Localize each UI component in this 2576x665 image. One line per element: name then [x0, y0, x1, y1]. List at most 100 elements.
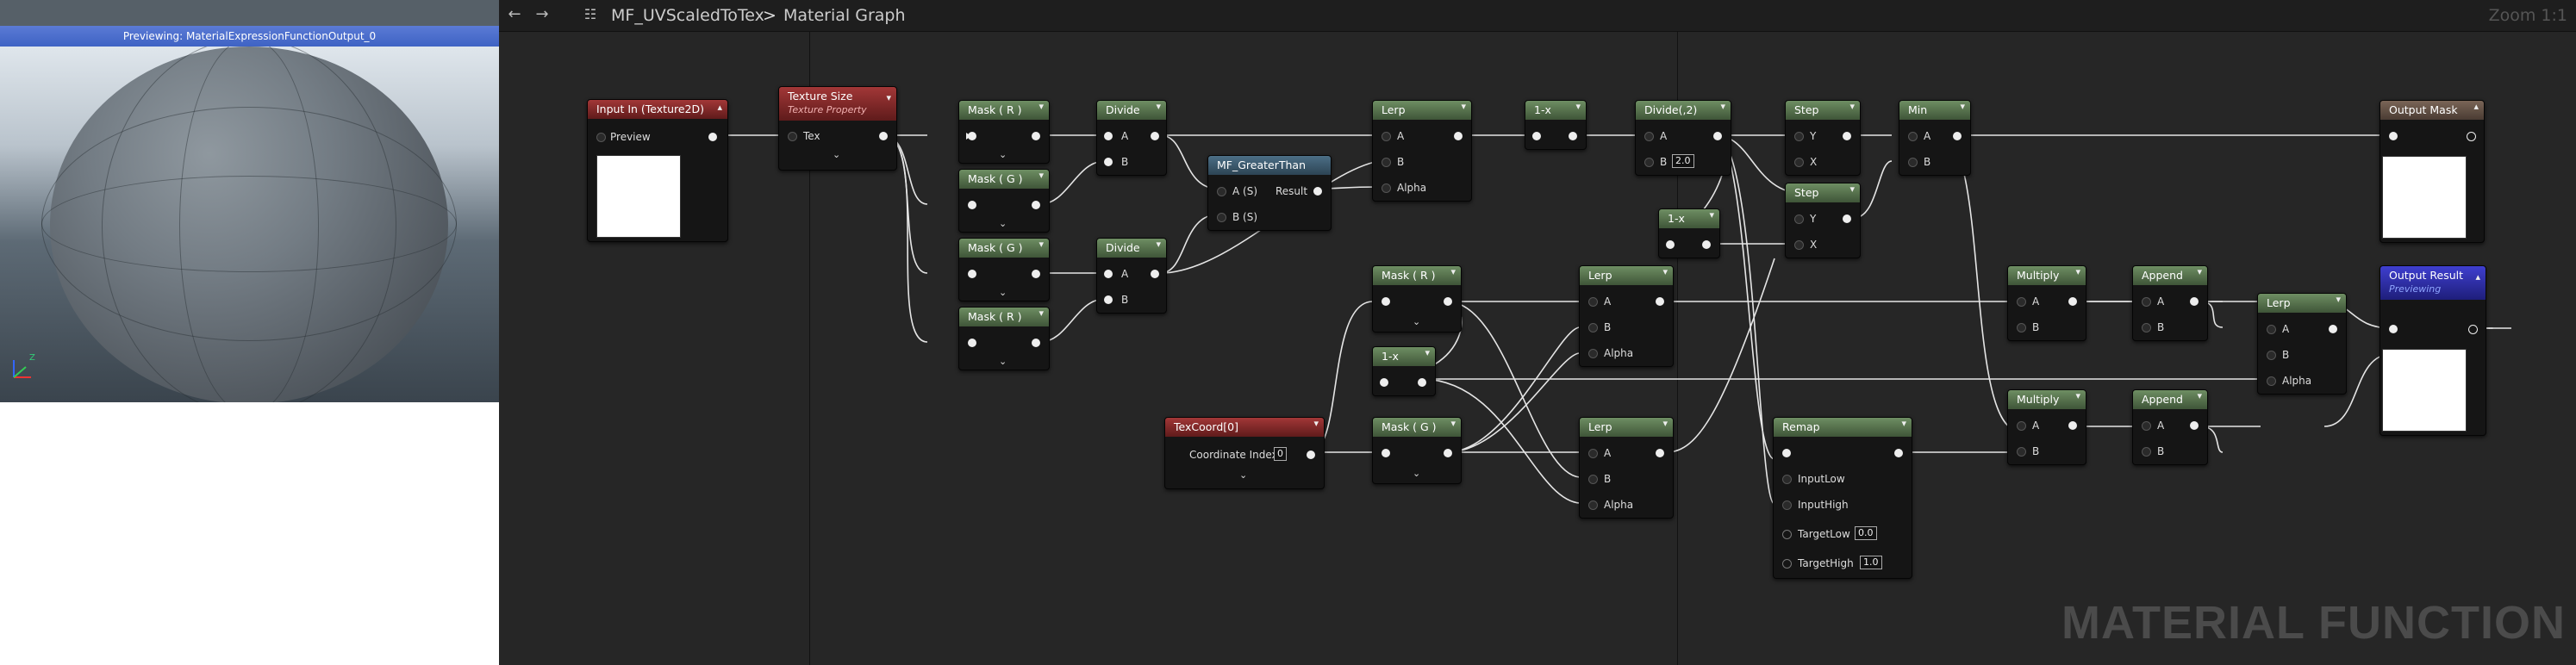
pin-inputlow-in[interactable] [1782, 475, 1792, 484]
pin-out[interactable] [1444, 449, 1452, 457]
chevron-down-icon[interactable]: ▾ [1039, 170, 1044, 181]
pin-in[interactable] [968, 132, 976, 140]
node-append2[interactable]: Append ▾ A B [2132, 389, 2208, 465]
collapse-icon[interactable]: ▴ [2473, 101, 2479, 112]
pin-targethigh-in[interactable] [1782, 559, 1792, 569]
pin-out[interactable] [1656, 449, 1664, 457]
node-divide2[interactable]: Divide ▾ A B [1096, 238, 1167, 314]
pin-a-in[interactable] [1644, 132, 1654, 141]
node-lerp3[interactable]: Lerp ▾ A B Alpha [1579, 417, 1674, 519]
chevron-down-icon[interactable]: ▾ [1313, 418, 1319, 429]
pin-a-in[interactable] [2267, 325, 2276, 334]
chevron-down-icon[interactable]: ▾ [1461, 101, 1466, 112]
pin-b-in[interactable] [1588, 323, 1598, 332]
node-divide1[interactable]: Divide ▾ A B [1096, 100, 1167, 176]
pin-preview-out[interactable] [708, 133, 717, 141]
pin-in[interactable] [1380, 378, 1388, 387]
pin-out[interactable] [1569, 132, 1577, 140]
pin-out[interactable] [1032, 201, 1040, 209]
pin-a-in[interactable] [1104, 132, 1113, 140]
pin-a-in[interactable] [1217, 187, 1226, 196]
node-one-minus1[interactable]: 1-x ▾ [1525, 100, 1587, 150]
node-mask-g2[interactable]: Mask ( G ) ▾ ⌄ [958, 238, 1050, 301]
pin-a-in[interactable] [2017, 297, 2026, 307]
pin-out[interactable] [1444, 297, 1452, 306]
coordinate-index-value[interactable]: 0 [1274, 447, 1287, 461]
chevron-down-icon[interactable]: ▾ [1575, 101, 1581, 112]
node-mask-g3[interactable]: Mask ( G ) ▾ ⌄ [1372, 417, 1462, 484]
pin-out[interactable] [879, 132, 888, 140]
pin-b-in[interactable] [2017, 323, 2026, 332]
pin-b-in[interactable] [2267, 351, 2276, 360]
node-lerp1[interactable]: Lerp ▾ A B Alpha [1372, 100, 1472, 202]
expand-arrow-icon[interactable]: ⌄ [999, 287, 1007, 298]
node-input-in[interactable]: Input In (Texture2D) ▴ Preview [587, 99, 728, 242]
expand-arrow-icon[interactable]: ⌄ [999, 356, 1007, 367]
node-multiply1[interactable]: Multiply ▾ A B [2007, 265, 2086, 341]
pin-b-value[interactable]: 2.0 [1672, 154, 1694, 168]
pin-in[interactable] [1382, 297, 1390, 306]
pin-result-out[interactable] [1313, 187, 1322, 196]
node-mask-r3[interactable]: Mask ( R ) ▾ ⌄ [1372, 265, 1462, 332]
pin-targetlow-in[interactable] [1782, 530, 1792, 539]
chevron-down-icon[interactable]: ▾ [1450, 418, 1456, 429]
pin-b-in[interactable] [1588, 475, 1598, 484]
chevron-down-icon[interactable]: ▾ [1960, 101, 1965, 112]
pin-in[interactable] [2389, 132, 2398, 140]
targethigh-value[interactable]: 1.0 [1860, 556, 1882, 569]
chevron-down-icon[interactable]: ▾ [2197, 266, 2202, 277]
pin-out[interactable] [1953, 132, 1962, 140]
pin-x-in[interactable] [1794, 158, 1804, 167]
pin-out[interactable] [1843, 132, 1851, 140]
pin-a-in[interactable] [1588, 297, 1598, 307]
node-lerp2[interactable]: Lerp ▾ A B Alpha [1579, 265, 1674, 367]
pin-a-in[interactable] [2017, 421, 2026, 431]
pin-out[interactable] [1032, 270, 1040, 278]
pin-y-in[interactable] [1794, 132, 1804, 141]
chevron-down-icon[interactable]: ▾ [1039, 101, 1044, 112]
node-divide3[interactable]: Divide(,2) ▾ A B 2.0 [1635, 100, 1731, 176]
node-step2[interactable]: Step ▾ Y X [1785, 183, 1861, 258]
expand-arrow-icon[interactable]: ⌄ [1413, 468, 1420, 479]
pin-a-in[interactable] [1104, 270, 1113, 278]
pin-in[interactable] [968, 270, 976, 278]
pin-b-in[interactable] [1644, 158, 1654, 167]
pin-b-in[interactable] [2142, 323, 2151, 332]
node-output-result[interactable]: Output Result Previewing ▴ [2380, 265, 2486, 436]
pin-alpha-in[interactable] [1588, 500, 1598, 510]
chevron-down-icon[interactable]: ▾ [1901, 418, 1906, 429]
pin-in[interactable] [1782, 449, 1791, 457]
chevron-down-icon[interactable]: ▾ [1662, 266, 1668, 277]
pin-b-in[interactable] [1382, 158, 1391, 167]
node-mask-g1[interactable]: Mask ( G ) ▾ ⌄ [958, 169, 1050, 233]
pin-out[interactable] [1418, 378, 1426, 387]
pin-out[interactable] [1307, 451, 1315, 459]
chevron-down-icon[interactable]: ▾ [1709, 209, 1714, 221]
pin-b-in[interactable] [1908, 158, 1918, 167]
chevron-down-icon[interactable]: ▾ [1039, 239, 1044, 250]
pin-inputhigh-in[interactable] [1782, 500, 1792, 510]
pin-out[interactable] [2468, 325, 2478, 334]
chevron-down-icon[interactable]: ▾ [1156, 239, 1161, 250]
expand-arrow-icon[interactable]: ⌄ [1239, 469, 1247, 481]
pin-b-in[interactable] [2017, 447, 2026, 457]
pin-out[interactable] [2190, 421, 2199, 430]
pin-out[interactable] [1702, 240, 1711, 249]
pin-preview-in[interactable] [596, 133, 606, 142]
node-multiply2[interactable]: Multiply ▾ A B [2007, 389, 2086, 465]
pin-a-in[interactable] [2142, 421, 2151, 431]
pin-out[interactable] [1032, 132, 1040, 140]
collapse-icon[interactable]: ▴ [717, 102, 722, 113]
node-step1[interactable]: Step ▾ Y X [1785, 100, 1861, 176]
pin-out[interactable] [2467, 132, 2476, 141]
pin-b-in[interactable] [1104, 158, 1113, 166]
material-graph-canvas[interactable]: ← → ☷ MF_UVScaledToTex > Material Graph … [499, 0, 2576, 665]
node-one-minus2[interactable]: 1-x ▾ [1658, 208, 1720, 258]
node-texcoord[interactable]: TexCoord[0] ▾ Coordinate Index 0 ⌄ [1164, 417, 1325, 489]
node-one-minus3[interactable]: 1-x ▾ [1372, 346, 1436, 396]
node-remap[interactable]: Remap ▾ InputLow InputHigh TargetLow 0.0… [1773, 417, 1912, 579]
chevron-down-icon[interactable]: ▾ [1156, 101, 1161, 112]
pin-out[interactable] [1894, 449, 1903, 457]
pin-out[interactable] [1032, 339, 1040, 347]
pin-out[interactable] [1713, 132, 1722, 140]
